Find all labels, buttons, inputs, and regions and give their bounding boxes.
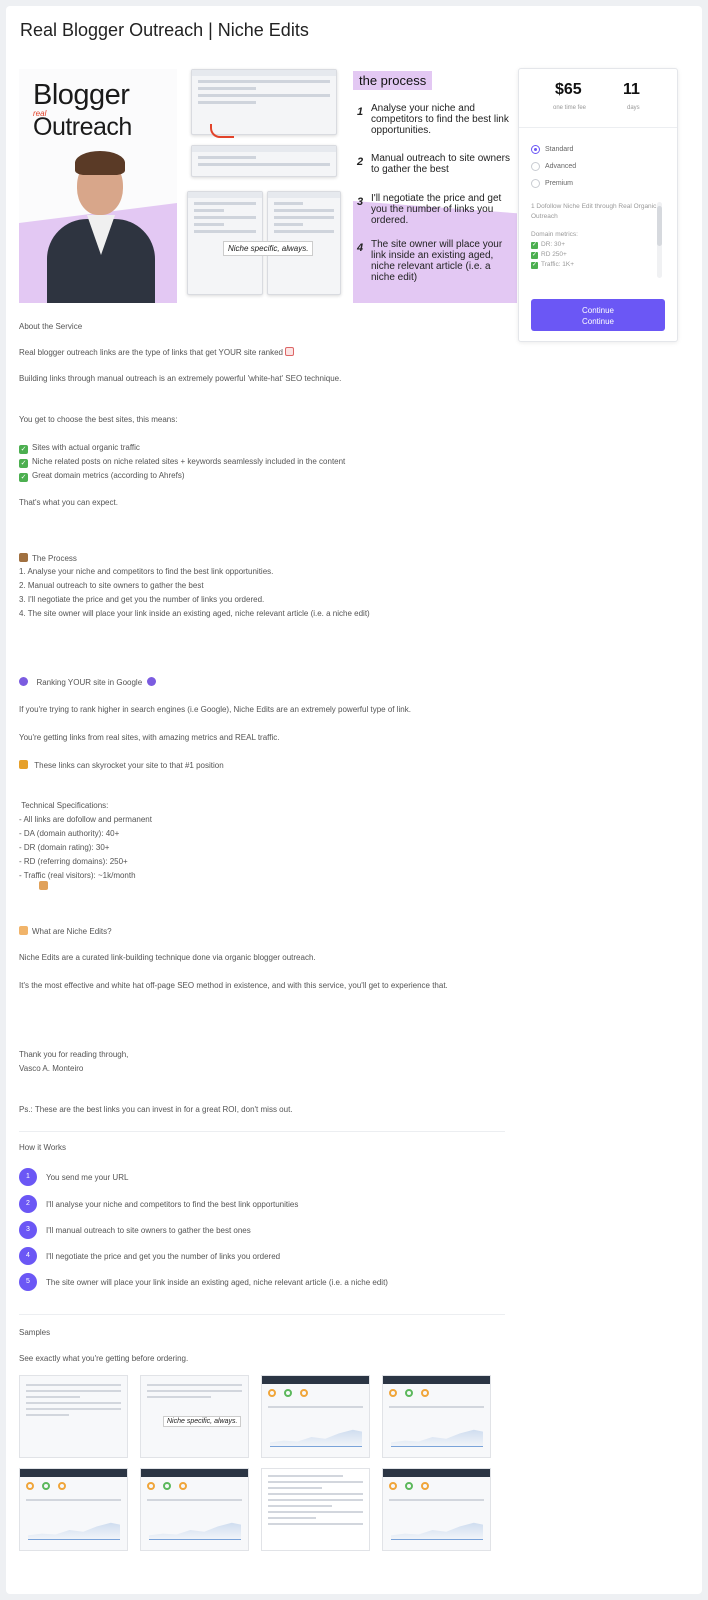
check-item: ✓ Great domain metrics (according to Ahre…: [19, 471, 185, 482]
tech-item: - Traffic (real visitors): ~1k/month: [19, 871, 136, 880]
tech-item: - DA (domain authority): 40+: [19, 829, 120, 838]
chart-icon: [285, 347, 295, 356]
radio-icon: [531, 162, 540, 171]
niche-tag: Niche specific, always.: [223, 241, 314, 256]
sample-thumbnail[interactable]: [261, 1468, 370, 1551]
how-it-works-step: 5 The site owner will place your link ins…: [19, 1273, 388, 1291]
ranking-heading: Ranking YOUR site in Google: [19, 677, 160, 687]
pointing-hand-icon: [19, 926, 28, 935]
about-line: You get to choose the best sites, this m…: [19, 415, 178, 424]
about-heading: About the Service: [19, 322, 83, 331]
check-icon: ✓: [19, 445, 28, 454]
radio-icon: [531, 179, 540, 188]
thanks-line: Thank you for reading through,: [19, 1050, 129, 1059]
process-heading: The Process: [19, 553, 77, 563]
sample-thumbnail[interactable]: [19, 1468, 128, 1551]
niche-line: Niche Edits are a curated link-building …: [19, 953, 316, 962]
tech-item: - All links are dofollow and permanent: [19, 815, 152, 824]
description-scrollbar[interactable]: [657, 202, 662, 278]
pricing-card: $65 one time fee 11 days Standard Advanc…: [518, 68, 678, 342]
how-it-works-title: How it Works: [19, 1143, 66, 1152]
purple-circle-icon: [146, 677, 156, 686]
delivery-days-label: days: [627, 105, 640, 111]
samples-title: Samples: [19, 1328, 51, 1337]
option-premium[interactable]: Premium: [531, 179, 573, 188]
check-item: ✓ Niche related posts on niche related si…: [19, 457, 346, 468]
option-standard[interactable]: Standard: [531, 145, 573, 154]
purple-circle-icon: [19, 677, 28, 686]
ranking-line: These links can skyrocket your site to t…: [19, 760, 224, 770]
ranking-line: You're getting links from real sites, wi…: [19, 733, 280, 742]
check-icon: ✓: [531, 251, 538, 259]
author-photo: [39, 149, 159, 303]
how-it-works-step: 1 You send me your URL: [19, 1168, 128, 1186]
check-icon: ✓: [531, 261, 538, 269]
process-item: 3. I'll negotiate the price and get you …: [19, 595, 265, 604]
tech-item: - DR (domain rating): 30+: [19, 843, 110, 852]
sample-thumbnail[interactable]: [261, 1375, 370, 1458]
price-subtitle: one time fee: [553, 105, 587, 111]
check-icon: ✓: [19, 473, 28, 482]
ranking-line: If you're trying to rank higher in searc…: [19, 705, 411, 714]
hero-blogger-text: Blogger: [33, 79, 130, 111]
delivery-days: 11: [623, 81, 640, 98]
process-item: 4. The site owner will place your link i…: [19, 609, 370, 618]
check-icon: ✓: [531, 241, 538, 249]
process-title: the process: [353, 71, 433, 90]
radio-icon: [531, 145, 540, 154]
ps-line: Ps.: These are the best links you can in…: [19, 1105, 293, 1114]
option-advanced[interactable]: Advanced: [531, 162, 576, 171]
sample-thumbnail[interactable]: [140, 1468, 249, 1551]
hero-banner[interactable]: Blogger real Outreach Niche specific, al…: [19, 69, 517, 303]
niche-heading: What are Niche Edits?: [19, 926, 112, 936]
trophy-icon: [19, 760, 28, 769]
check-icon: ✓: [19, 459, 28, 468]
how-it-works-step: 4 I'll negotiate the price and get you th…: [19, 1247, 280, 1265]
author-name: Vasco A. Monteiro: [19, 1064, 84, 1073]
how-it-works-step: 2 I'll analyse your niche and competitors…: [19, 1195, 298, 1213]
price: $65: [555, 81, 582, 98]
sample-thumbnail[interactable]: [382, 1468, 491, 1551]
page-title: Real Blogger Outreach | Niche Edits: [20, 20, 309, 40]
sample-thumbnail[interactable]: [19, 1375, 128, 1458]
about-line: Real blogger outreach links are the type…: [19, 347, 298, 357]
hero-process-panel: the process 1 Analyse your niche and com…: [353, 69, 517, 303]
sample-thumbnail[interactable]: [382, 1375, 491, 1458]
package-description: 1 Dofollow Niche Edit through Real Organ…: [531, 203, 657, 269]
hero-screenshots: Niche specific, always.: [187, 69, 341, 303]
samples-subtitle: See exactly what you're getting before o…: [19, 1354, 189, 1363]
tech-heading: Technical Specifications:: [19, 801, 108, 890]
about-line: Building links through manual outreach i…: [19, 374, 342, 383]
about-line: That's what you can expect.: [19, 498, 118, 507]
continue-button[interactable]: Continue Continue: [531, 299, 665, 331]
technologist-icon: [39, 881, 48, 890]
sample-thumbnail[interactable]: Niche specific, always.: [140, 1375, 249, 1458]
process-item: 2. Manual outreach to site owners to gat…: [19, 581, 204, 590]
process-item: 1. Analyse your niche and competitors to…: [19, 567, 274, 576]
hero-outreach-text: Outreach: [33, 113, 132, 141]
hero-portrait-panel: Blogger real Outreach: [19, 69, 177, 303]
check-item: ✓ Sites with actual organic traffic: [19, 443, 140, 454]
scientist-icon: [19, 553, 28, 562]
niche-line: It's the most effective and white hat of…: [19, 981, 448, 990]
how-it-works-step: 3 I'll manual outreach to site owners to …: [19, 1221, 251, 1239]
tech-item: - RD (referring domains): 250+: [19, 857, 128, 866]
